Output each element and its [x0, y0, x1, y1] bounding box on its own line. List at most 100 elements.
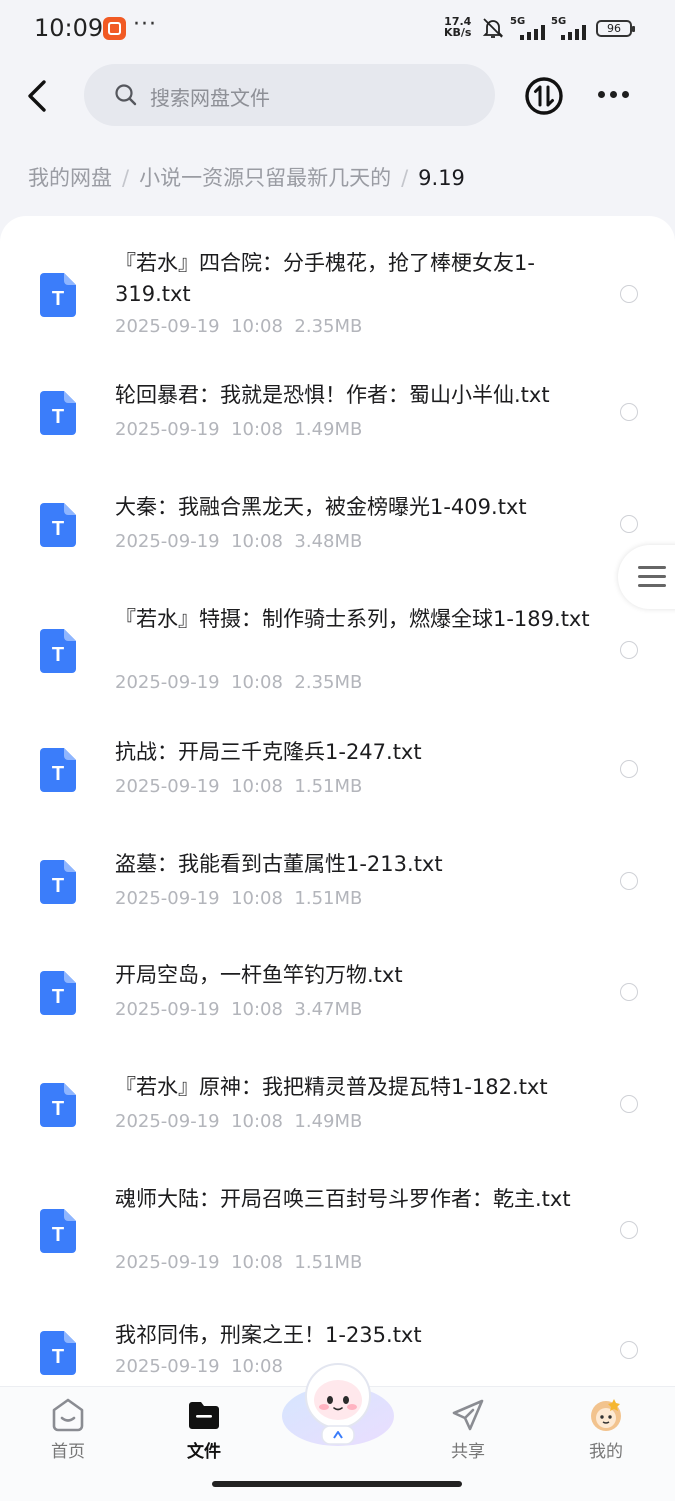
- breadcrumb: 我的网盘 / 小说一资源只留最新几天的 / 9.19: [28, 162, 465, 192]
- mute-bell-icon: [482, 18, 504, 38]
- profile-avatar-icon: [591, 1399, 621, 1431]
- search-icon: [115, 84, 137, 106]
- file-list: T 『若水』四合院：分手槐花，抢了棒梗女友1-319.txt 2025-09-1…: [0, 216, 675, 1386]
- list-item[interactable]: T 抗战：开局三千克隆兵1-247.txt 2025-09-19 10:08 1…: [0, 733, 675, 813]
- file-date: 2025-09-19: [115, 316, 220, 337]
- list-item[interactable]: T 『若水』原神：我把精灵普及提瓦特1-182.txt 2025-09-19 1…: [0, 1068, 675, 1148]
- select-checkbox[interactable]: [620, 1341, 638, 1359]
- nav-item-share[interactable]: 共享: [428, 1395, 508, 1462]
- list-item[interactable]: T 『若水』特摄：制作骑士系列，燃爆全球1-189.txt 2025-09-19…: [0, 602, 675, 702]
- file-time: 10:08: [231, 419, 283, 440]
- file-date: 2025-09-19: [115, 999, 220, 1020]
- file-size: 1.51MB: [294, 776, 363, 797]
- select-checkbox[interactable]: [620, 760, 638, 778]
- file-name: 轮回暴君：我就是恐惧！作者：蜀山小半仙.txt: [115, 383, 550, 407]
- nav-item-files[interactable]: 文件: [164, 1395, 244, 1462]
- file-time: 10:08: [231, 672, 283, 693]
- status-bar: 10:09 ··· 17.4 KB/s 5G 5G 96: [0, 0, 675, 58]
- file-time: 10:08: [231, 1111, 283, 1132]
- list-item[interactable]: T 大秦：我融合黑龙天，被金榜曝光1-409.txt 2025-09-19 10…: [0, 488, 675, 568]
- file-time: 10:08: [231, 1356, 283, 1377]
- file-time: 10:08: [231, 316, 283, 337]
- file-time: 10:08: [231, 776, 283, 797]
- battery-icon: 96: [596, 20, 635, 37]
- file-time: 10:08: [231, 999, 283, 1020]
- txt-file-icon: T: [40, 1209, 76, 1253]
- list-item[interactable]: T 轮回暴君：我就是恐惧！作者：蜀山小半仙.txt 2025-09-19 10:…: [0, 376, 675, 456]
- file-size: 1.49MB: [294, 1111, 363, 1132]
- select-checkbox[interactable]: [620, 983, 638, 1001]
- signal-icon: 5G: [551, 16, 591, 40]
- svg-text:T: T: [52, 406, 64, 428]
- file-meta: 2025-09-19 10:08 1.51MB: [115, 1252, 362, 1273]
- file-name: 大秦：我融合黑龙天，被金榜曝光1-409.txt: [115, 495, 527, 519]
- file-time: 10:08: [231, 888, 283, 909]
- svg-text:T: T: [52, 1224, 64, 1246]
- svg-text:T: T: [52, 1098, 64, 1120]
- svg-text:T: T: [52, 763, 64, 785]
- file-name: 『若水』特摄：制作骑士系列，燃爆全球1-189.txt: [115, 607, 590, 631]
- file-meta: 2025-09-19 10:08 2.35MB: [115, 672, 362, 693]
- svg-text:T: T: [52, 288, 64, 310]
- select-checkbox[interactable]: [620, 641, 638, 659]
- share-icon: [452, 1399, 484, 1431]
- more-options-button[interactable]: [594, 84, 634, 108]
- app-notification-icon: [103, 17, 126, 40]
- file-size: 3.48MB: [294, 531, 363, 552]
- breadcrumb-separator: /: [401, 166, 409, 190]
- file-size: 1.51MB: [294, 1252, 363, 1273]
- list-item[interactable]: T 盗墓：我能看到古董属性1-213.txt 2025-09-19 10:08 …: [0, 845, 675, 925]
- list-item[interactable]: T 魂师大陆：开局召唤三百封号斗罗作者：乾主.txt 2025-09-19 10…: [0, 1182, 675, 1282]
- select-checkbox[interactable]: [620, 285, 638, 303]
- svg-text:T: T: [52, 1346, 64, 1368]
- file-meta: 2025-09-19 10:08 1.49MB: [115, 419, 362, 440]
- file-date: 2025-09-19: [115, 888, 220, 909]
- file-date: 2025-09-19: [115, 672, 220, 693]
- nav-item-home[interactable]: 首页: [28, 1395, 108, 1462]
- file-size: 3.47MB: [294, 999, 363, 1020]
- network-speed: 17.4 KB/s: [444, 15, 472, 39]
- file-date: 2025-09-19: [115, 419, 220, 440]
- folder-icon: [189, 1402, 219, 1429]
- breadcrumb-item-folder[interactable]: 小说一资源只留最新几天的: [139, 166, 391, 190]
- txt-file-icon: T: [40, 748, 76, 792]
- txt-file-icon: T: [40, 629, 76, 673]
- file-name: 魂师大陆：开局召唤三百封号斗罗作者：乾主.txt: [115, 1187, 571, 1211]
- txt-file-icon: T: [40, 503, 76, 547]
- file-name: 『若水』四合院：分手槐花，抢了棒梗女友1-319.txt: [115, 251, 535, 306]
- transfer-list-button[interactable]: [524, 76, 564, 116]
- select-checkbox[interactable]: [620, 403, 638, 421]
- file-time: 10:08: [231, 1252, 283, 1273]
- breadcrumb-item-root[interactable]: 我的网盘: [28, 166, 112, 190]
- txt-file-icon: T: [40, 273, 76, 317]
- file-date: 2025-09-19: [115, 1111, 220, 1132]
- list-item[interactable]: T 开局空岛，一杆鱼竿钓万物.txt 2025-09-19 10:08 3.47…: [0, 956, 675, 1036]
- nav-item-profile[interactable]: 我的: [566, 1395, 646, 1462]
- search-placeholder: 搜索网盘文件: [150, 86, 270, 110]
- svg-text:T: T: [52, 518, 64, 540]
- file-name: 『若水』原神：我把精灵普及提瓦特1-182.txt: [115, 1075, 548, 1099]
- file-date: 2025-09-19: [115, 1356, 220, 1377]
- file-meta: 2025-09-19 10:08: [115, 1356, 283, 1377]
- side-menu-handle[interactable]: [618, 545, 675, 609]
- file-meta: 2025-09-19 10:08 2.35MB: [115, 316, 362, 337]
- txt-file-icon: T: [40, 391, 76, 435]
- file-meta: 2025-09-19 10:08 1.51MB: [115, 888, 362, 909]
- nav-label: 我的: [589, 1442, 623, 1462]
- nav-label: 共享: [451, 1442, 485, 1462]
- breadcrumb-item-current: 9.19: [418, 166, 465, 190]
- select-checkbox[interactable]: [620, 1221, 638, 1239]
- list-item[interactable]: T 『若水』四合院：分手槐花，抢了棒梗女友1-319.txt 2025-09-1…: [0, 246, 675, 346]
- select-checkbox[interactable]: [620, 1095, 638, 1113]
- file-meta: 2025-09-19 10:08 1.51MB: [115, 776, 362, 797]
- file-name: 盗墓：我能看到古董属性1-213.txt: [115, 852, 443, 876]
- select-checkbox[interactable]: [620, 872, 638, 890]
- back-button[interactable]: [22, 78, 56, 114]
- search-input[interactable]: 搜索网盘文件: [84, 64, 495, 126]
- select-checkbox[interactable]: [620, 515, 638, 533]
- file-meta: 2025-09-19 10:08 3.48MB: [115, 531, 362, 552]
- more-notifications-icon: ···: [133, 12, 157, 37]
- txt-file-icon: T: [40, 860, 76, 904]
- nav-label: 首页: [51, 1442, 85, 1462]
- ai-assistant-mascot-button[interactable]: [278, 1354, 398, 1454]
